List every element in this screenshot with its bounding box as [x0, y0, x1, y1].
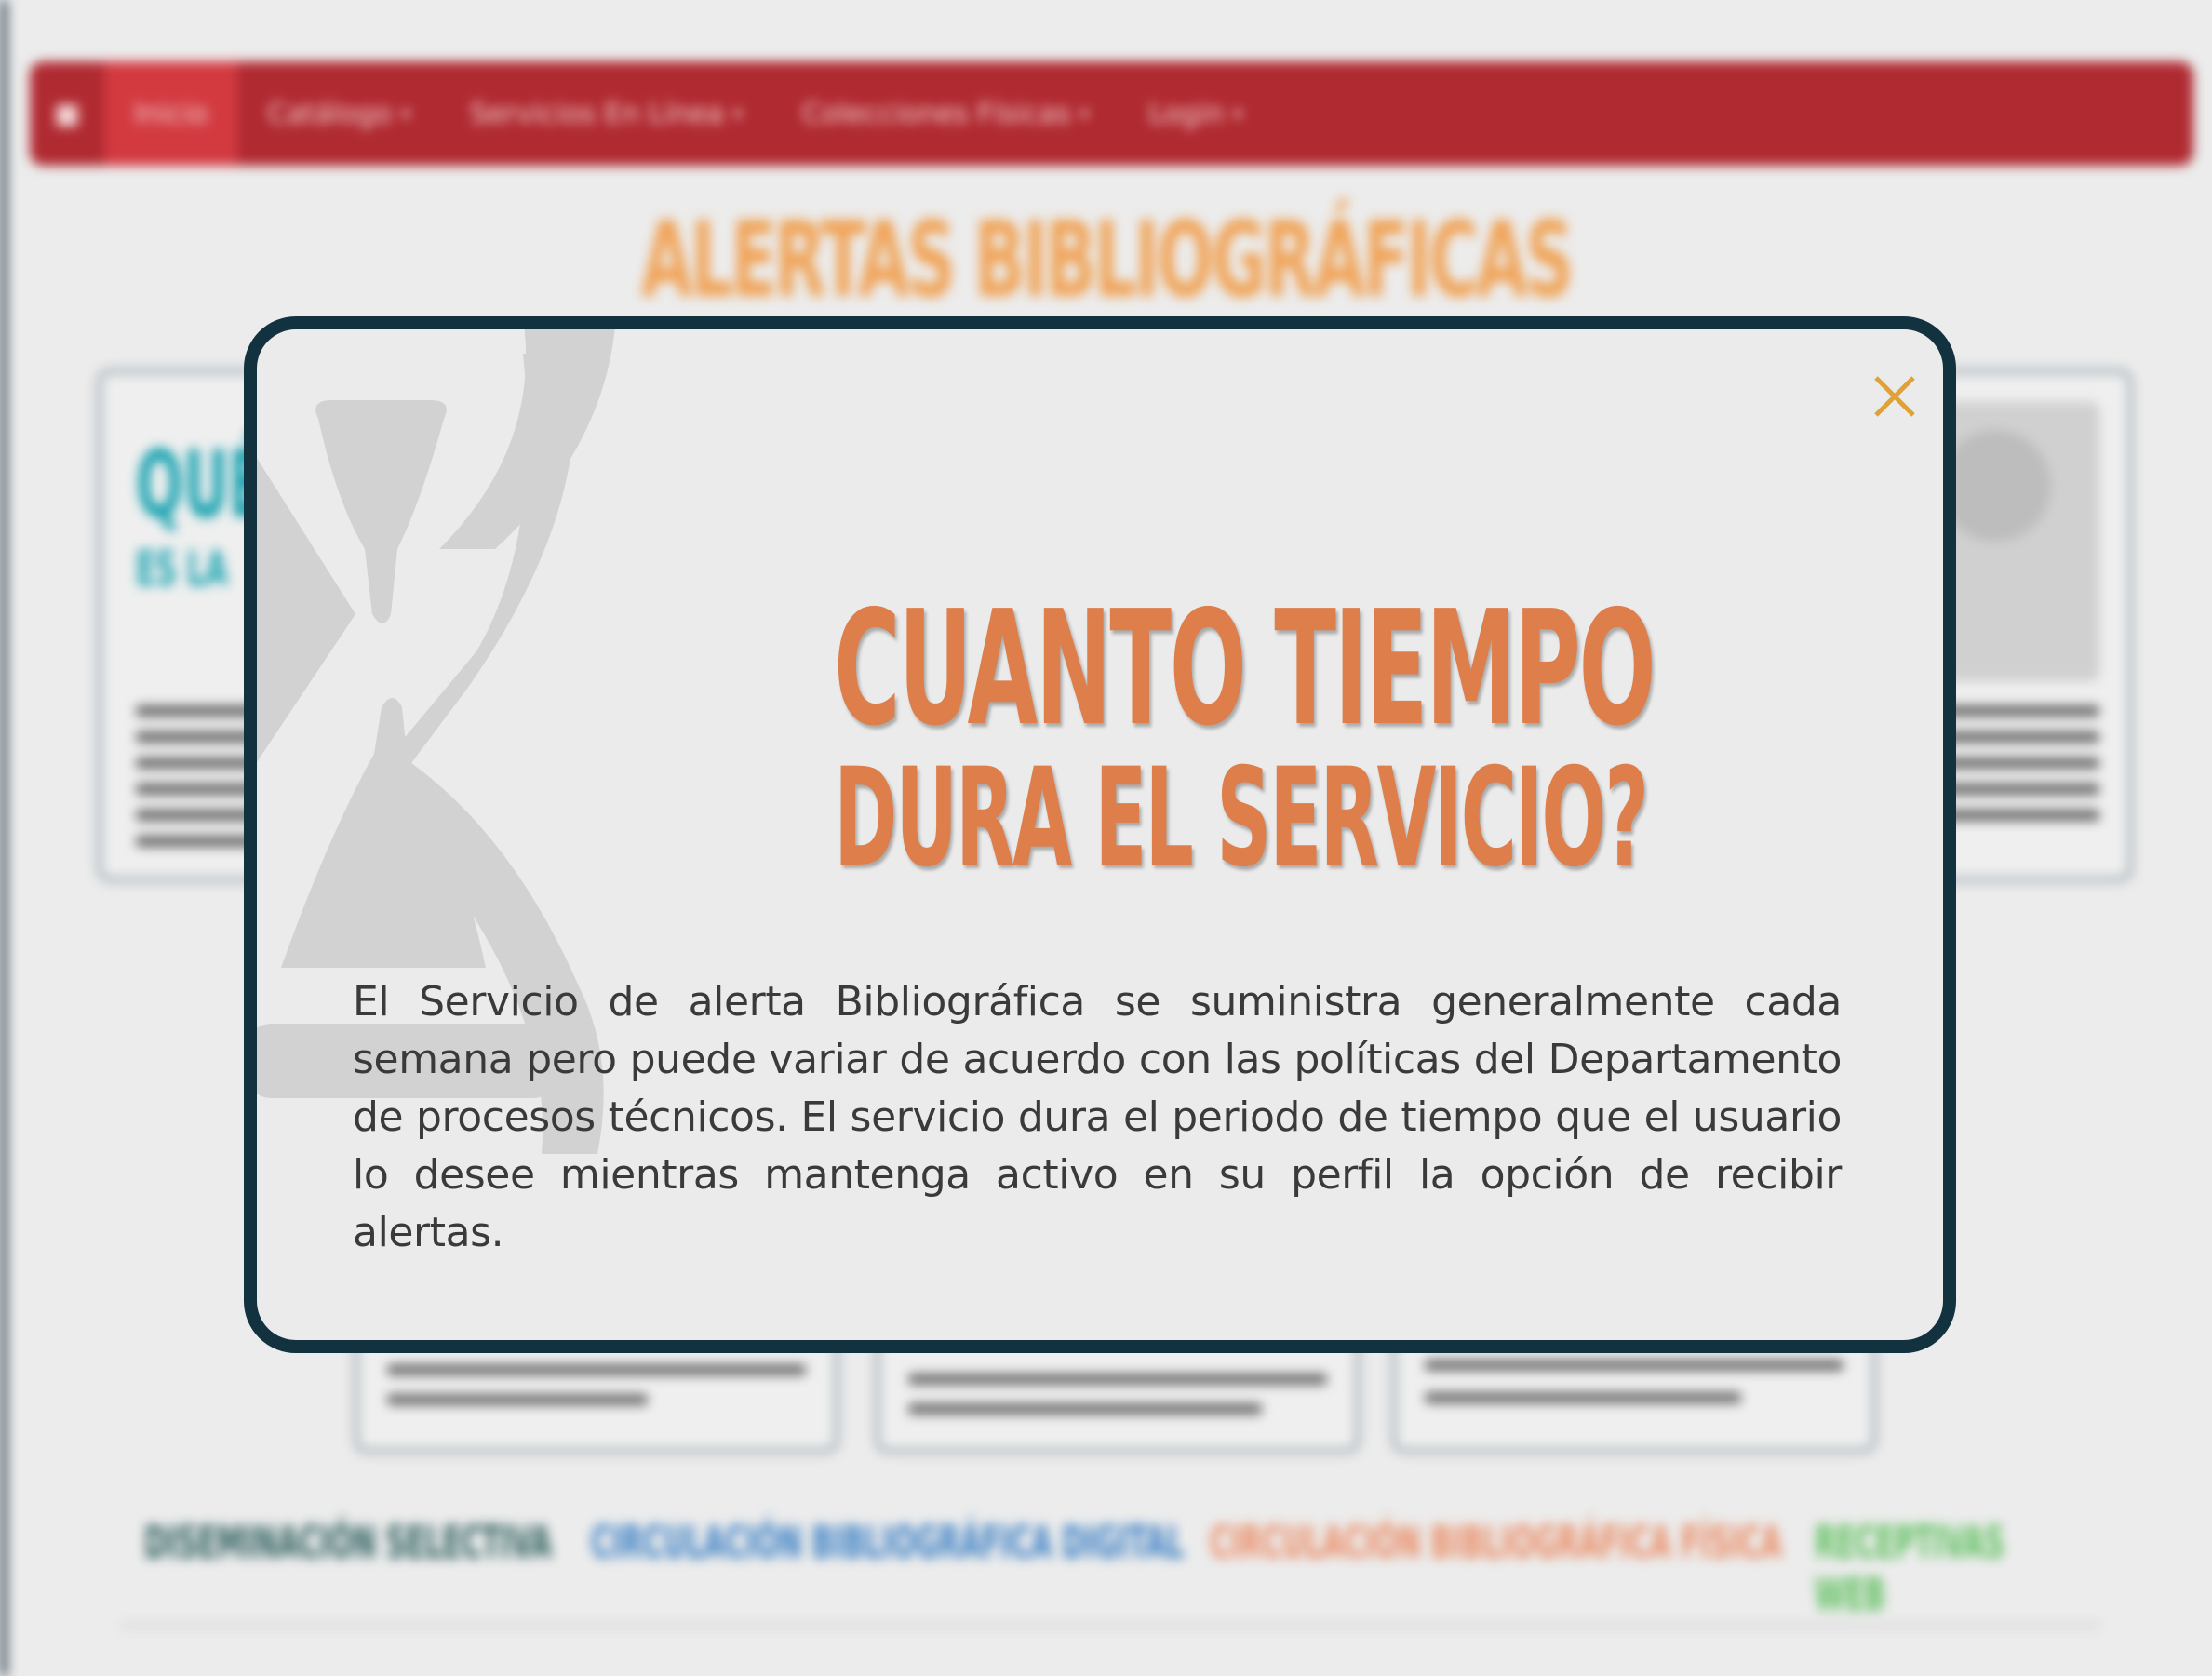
caret-down-icon: ▾ — [400, 102, 411, 125]
nav-item-label: Login — [1148, 97, 1225, 130]
page-heading: ALERTAS BIBLIOGRÁFICAS — [640, 200, 1575, 321]
caret-down-icon: ▾ — [1233, 102, 1243, 125]
link-receptivas-web[interactable]: RECEPTIVAS WEB — [1815, 1517, 2061, 1621]
modal-title-line2: DURA EL SERVICIO? — [834, 739, 1649, 897]
footer-divider — [121, 1624, 2100, 1628]
link-circulacion-digital[interactable]: CIRCULACIÓN BIBLIOGRÁFICA DIGITAL — [591, 1517, 1184, 1569]
nav-item-label: Inicio — [134, 97, 208, 130]
close-icon — [1874, 376, 1915, 417]
nav-item-label: Servicios En Línea — [470, 97, 724, 130]
person-head — [1939, 430, 2051, 542]
nav-item-label: Colecciones Físicas — [801, 97, 1071, 130]
nav-item-colecciones[interactable]: Colecciones Físicas ▾ — [772, 61, 1119, 166]
top-navbar: ■ Inicio Catálogo ▾ Servicios En Línea ▾… — [30, 61, 2193, 166]
close-button[interactable] — [1865, 367, 1924, 426]
nav-item-catalogo[interactable]: Catálogo ▾ — [237, 61, 440, 166]
modal-title-line1: CUANTO TIEMPO — [834, 577, 1656, 761]
card-subtitle: ES LA — [136, 542, 228, 597]
nav-item-servicios[interactable]: Servicios En Línea ▾ — [440, 61, 772, 166]
caret-down-icon: ▾ — [732, 102, 743, 125]
modal-title: CUANTO TIEMPO DURA EL SERVICIO? — [834, 590, 1802, 886]
nav-item-inicio[interactable]: Inicio — [104, 61, 238, 166]
home-icon[interactable]: ■ — [30, 98, 104, 130]
caret-down-icon: ▾ — [1079, 102, 1090, 125]
modal-body-text: El Servicio de alerta Bibliográfica se s… — [353, 978, 1842, 1256]
nav-item-login[interactable]: Login ▾ — [1119, 61, 1272, 166]
info-modal: CUANTO TIEMPO DURA EL SERVICIO? El Servi… — [244, 316, 1956, 1353]
link-circulacion-fisica[interactable]: CIRCULACIÓN BIBLIOGRÁFICA FÍSICA — [1210, 1517, 1782, 1569]
nav-item-label: Catálogo — [267, 97, 392, 130]
left-edge — [0, 0, 7, 1676]
link-diseminacion[interactable]: DISEMINACIÓN SELECTIVA — [144, 1517, 552, 1569]
